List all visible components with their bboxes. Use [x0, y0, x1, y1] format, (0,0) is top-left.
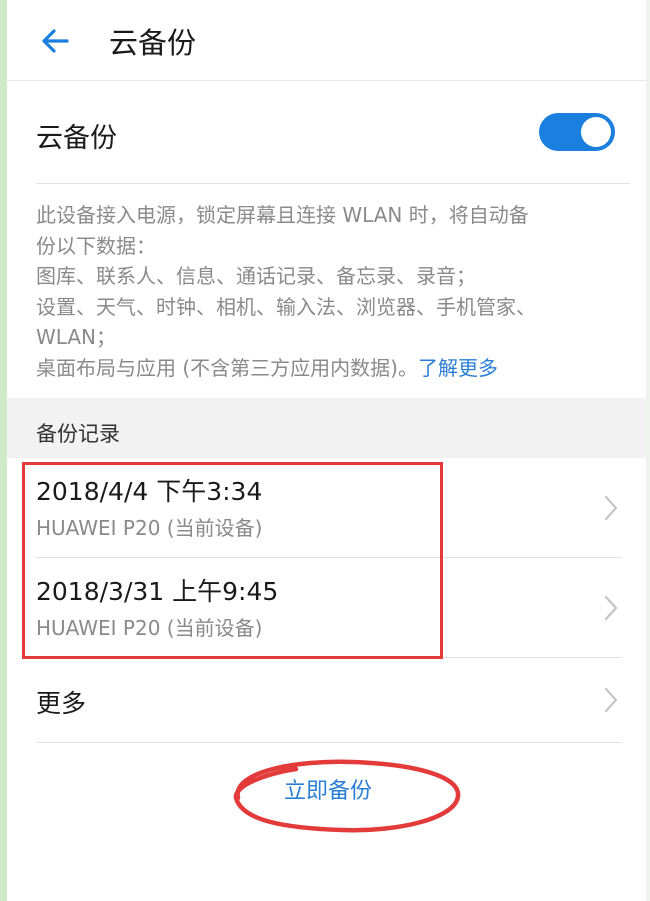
backup-now-button[interactable]: 立即备份 — [230, 770, 426, 814]
section-title: 备份记录 — [36, 422, 120, 446]
chevron-right-icon — [604, 687, 618, 713]
record-device: HUAWEI P20 (当前设备) — [36, 616, 263, 640]
more-row[interactable]: 更多 — [7, 658, 646, 742]
description-line-last: 桌面布局与应用 (不含第三方应用内数据)。了解更多 — [36, 353, 626, 384]
backup-record-item[interactable]: 2018/3/31 上午9:45 HUAWEI P20 (当前设备) — [7, 558, 646, 658]
more-label: 更多 — [36, 689, 87, 718]
backup-description: 此设备接入电源，锁定屏幕且连接 WLAN 时，将自动备 份以下数据： 图库、联系… — [36, 200, 626, 383]
description-line: 设置、天气、时钟、相机、输入法、浏览器、手机管家、 — [36, 294, 536, 319]
cloud-backup-switch[interactable] — [539, 113, 615, 151]
backup-records-header: 备份记录 — [7, 398, 646, 458]
description-line: 份以下数据： — [36, 233, 156, 258]
arrow-left-icon — [33, 29, 79, 68]
chevron-right-icon — [604, 495, 618, 521]
description-line: 图库、联系人、信息、通话记录、备忘录、录音； — [36, 264, 476, 288]
record-datetime: 2018/3/31 上午9:45 — [36, 577, 279, 606]
learn-more-link[interactable]: 了解更多 — [418, 356, 498, 380]
divider — [36, 742, 622, 743]
right-edge-strip — [646, 0, 650, 901]
left-edge-strip — [0, 0, 7, 901]
switch-knob — [581, 117, 611, 147]
description-line: 此设备接入电源，锁定屏幕且连接 WLAN 时，将自动备 — [36, 203, 529, 227]
back-button[interactable] — [33, 18, 79, 64]
cloud-backup-toggle-row: 云备份 — [7, 80, 646, 184]
backup-record-item[interactable]: 2018/4/4 下午3:34 HUAWEI P20 (当前设备) — [7, 458, 646, 558]
page-title: 云备份 — [109, 26, 197, 60]
cloud-backup-label: 云备份 — [36, 123, 117, 154]
chevron-right-icon — [604, 595, 618, 621]
description-last-text: 桌面布局与应用 (不含第三方应用内数据)。 — [36, 355, 418, 380]
record-datetime: 2018/4/4 下午3:34 — [36, 477, 263, 506]
app-header: 云备份 — [7, 0, 646, 81]
description-line: WLAN； — [36, 325, 117, 349]
record-device: HUAWEI P20 (当前设备) — [36, 516, 263, 540]
divider — [36, 183, 630, 184]
